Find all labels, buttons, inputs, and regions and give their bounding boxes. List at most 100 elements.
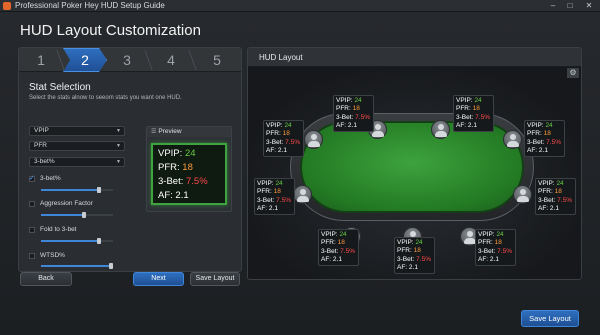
player-seat-avatar[interactable]	[304, 130, 323, 149]
stat-value: 24	[556, 180, 564, 187]
player-seat-avatar[interactable]	[293, 185, 312, 204]
stat-dropdown-pfr[interactable]: PFR ▼	[29, 141, 125, 151]
hud-box-seat-left-lower[interactable]: VPIP: 24 PFR: 18 3-Bet: 7.5% AF: 2.1	[254, 178, 295, 215]
preview-panel: ☰ Preview VPIP: 24 PFR: 18 3-Bet: 7.5% AF…	[146, 126, 232, 212]
gear-icon[interactable]: ⚙	[567, 68, 579, 78]
stat-value: 18	[494, 239, 502, 247]
stat-value: 7.5%	[546, 138, 561, 146]
stat-dropdown-vpip[interactable]: VPIP ▼	[29, 126, 125, 136]
hud-3bet: 3-Bet: 7.5%	[321, 248, 356, 256]
stat-value: 2.1	[347, 121, 357, 129]
hud-box-seat-bottom-center[interactable]: VPIP: 24 PFR: 18 3-Bet: 7.5% AF: 2.1	[394, 237, 435, 274]
list-icon: ☰	[151, 129, 157, 135]
slider-thumb[interactable]	[97, 187, 101, 193]
save-layout-button-small[interactable]: Save Layout	[190, 272, 240, 286]
hud-box-seat-top-left[interactable]: VPIP: 24 PFR: 18 3-Bet: 7.5% AF: 2.1	[333, 95, 374, 132]
stat-value: 24	[545, 122, 553, 129]
checkbox-unchecked[interactable]	[29, 201, 35, 207]
hud-pfr: PFR: 18	[336, 105, 371, 113]
hud-pfr: PFR: 18	[456, 105, 491, 113]
slider-thumb[interactable]	[82, 212, 86, 218]
step-5[interactable]: 5	[195, 48, 239, 72]
slider-thumb[interactable]	[97, 238, 101, 244]
next-button[interactable]: Next	[133, 272, 184, 286]
back-button[interactable]: Back	[20, 272, 72, 286]
hud-box-seat-bottom-right[interactable]: VPIP: 24 PFR: 18 3-Bet: 7.5% AF: 2.1	[475, 229, 516, 266]
slider-3bet[interactable]	[41, 187, 113, 193]
stat-dropdown-3bet[interactable]: 3-bet% ▼	[29, 157, 125, 167]
stat-label: 3-Bet:	[527, 138, 547, 146]
app-body: HUD Layout Customization 1 2 3 4 5 Stat …	[0, 12, 600, 335]
chevron-down-icon: ▼	[116, 159, 121, 165]
poker-table-area: ⚙ VPIP: 24 PFR: 18 3-Bet: 7.5% AF: 2.1 V…	[248, 67, 581, 279]
hud-box-seat-top-right[interactable]: VPIP: 24 PFR: 18 3-Bet: 7.5% AF: 2.1	[453, 95, 494, 132]
stat-label: VPIP:	[321, 231, 340, 238]
hud-af: AF: 2.1	[538, 205, 573, 213]
hud-box-seat-bottom-left[interactable]: VPIP: 24 PFR: 18 3-Bet: 7.5% AF: 2.1	[318, 229, 359, 266]
stat-value: 7.5%	[340, 247, 355, 255]
minimize-button[interactable]: –	[546, 0, 560, 12]
hud-3bet: 3-Bet: 7.5%	[478, 248, 513, 256]
hud-box-seat-right-lower[interactable]: VPIP: 24 PFR: 18 3-Bet: 7.5% AF: 2.1	[535, 178, 576, 215]
chevron-down-icon: ▼	[116, 128, 121, 134]
stat-label: VPIP:	[478, 231, 497, 238]
stat-value: 7.5%	[276, 196, 291, 204]
stat-value: 24	[354, 97, 362, 104]
window-title: Professional Poker Hey HUD Setup Guide	[15, 1, 165, 10]
hud-box-seat-right-upper[interactable]: VPIP: 24 PFR: 18 3-Bet: 7.5% AF: 2.1	[524, 120, 565, 157]
preview-hud-box: VPIP: 24 PFR: 18 3-Bet: 7.5% AF: 2.1	[151, 143, 227, 205]
player-seat-avatar[interactable]	[513, 185, 532, 204]
slider-thumb[interactable]	[109, 263, 113, 269]
player-seat-avatar[interactable]	[503, 130, 522, 149]
stat-label: VPIP:	[527, 122, 546, 129]
hud-pfr: PFR: 18	[266, 130, 301, 138]
hud-box-seat-left-upper[interactable]: VPIP: 24 PFR: 18 3-Bet: 7.5% AF: 2.1	[263, 120, 304, 157]
hud-pfr: PFR: 18	[321, 239, 356, 247]
stat-value: 2.1	[489, 255, 499, 263]
dropdown-value: PFR	[34, 142, 47, 149]
step-2-active[interactable]: 2	[63, 48, 107, 72]
hud-vpip: VPIP: 24	[266, 122, 301, 130]
maximize-button[interactable]: □	[563, 0, 577, 12]
stat-value: 2.1	[268, 204, 278, 212]
preview-vpip: VPIP: 24	[158, 148, 196, 159]
hud-vpip: VPIP: 24	[478, 231, 513, 239]
player-seat-avatar[interactable]	[431, 120, 450, 139]
stat-label: 3-Bet:	[158, 176, 186, 187]
step-navigator: 1 2 3 4 5	[19, 48, 241, 72]
hud-3bet: 3-Bet: 7.5%	[527, 139, 562, 147]
hud-af: AF: 2.1	[266, 147, 301, 155]
hud-3bet: 3-Bet: 7.5%	[257, 197, 292, 205]
hud-af: AF: 2.1	[397, 264, 432, 272]
settings-panel: 1 2 3 4 5 Stat Selection Select the stat…	[18, 47, 242, 272]
hud-vpip: VPIP: 24	[456, 97, 491, 105]
checkbox-label: Aggression Factor	[40, 200, 93, 207]
page-title: HUD Layout Customization	[20, 22, 201, 39]
save-layout-button[interactable]: Save Layout	[521, 310, 579, 327]
stat-label: AF:	[397, 263, 409, 271]
checkbox-fold-to-3bet[interactable]: Fold to 3-bet	[29, 225, 139, 235]
close-button[interactable]: ✕	[582, 0, 596, 12]
slider-aggression-factor[interactable]	[41, 212, 113, 218]
slider-fold-to-3bet[interactable]	[41, 238, 113, 244]
hud-3bet: 3-Bet: 7.5%	[266, 139, 301, 147]
checkbox-unchecked[interactable]	[29, 253, 35, 259]
checkbox-wtsd[interactable]: WTSD%	[29, 251, 139, 261]
stat-label: VPIP:	[257, 180, 276, 187]
preview-header: ☰ Preview	[147, 127, 231, 137]
checkbox-3bet[interactable]: 3-bet%	[29, 174, 139, 184]
hud-pfr: PFR: 18	[478, 239, 513, 247]
title-bar: Professional Poker Hey HUD Setup Guide –…	[0, 0, 600, 12]
checkbox-aggression-factor[interactable]: Aggression Factor	[29, 199, 139, 209]
stat-label: AF:	[321, 255, 333, 263]
slider-wtsd[interactable]	[41, 263, 113, 269]
checkbox-checked[interactable]	[29, 174, 35, 184]
checkbox-unchecked[interactable]	[29, 227, 35, 233]
stat-label: VPIP:	[266, 122, 285, 129]
stat-value: 18	[543, 130, 551, 138]
stat-value: 24	[275, 180, 283, 187]
hud-vpip: VPIP: 24	[538, 180, 573, 188]
stat-label: 3-Bet:	[266, 138, 286, 146]
hud-3bet: 3-Bet: 7.5%	[538, 197, 573, 205]
stat-value: 18	[273, 188, 281, 196]
